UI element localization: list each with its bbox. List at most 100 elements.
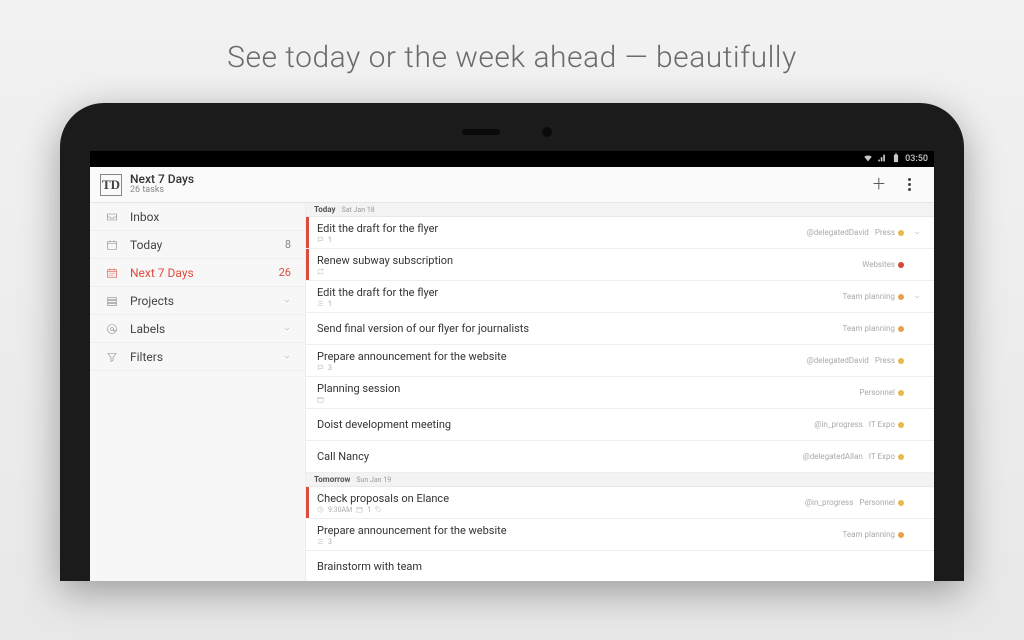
sidebar-item-inbox[interactable]: Inbox [90, 203, 305, 231]
android-statusbar: 03:50 [90, 151, 934, 167]
task-row[interactable]: Prepare announcement for the website3 Tea… [306, 519, 934, 551]
tag-icon [375, 506, 382, 515]
sidebar-label: Inbox [130, 210, 291, 224]
task-row[interactable]: Call Nancy@delegatedAllanIT Expo [306, 441, 934, 473]
sidebar-item-labels[interactable]: Labels [90, 315, 305, 343]
day-name: Today [314, 205, 336, 214]
calendar-week-icon [104, 267, 120, 279]
header-subtitle: 26 tasks [130, 186, 194, 196]
task-title: Renew subway subscription [317, 254, 854, 267]
task-meta: 1 [317, 236, 799, 245]
task-title: Planning session [317, 382, 851, 395]
task-label: @delegatedDavid [807, 228, 869, 237]
overflow-menu-button[interactable] [894, 170, 924, 200]
sidebar-item-today[interactable]: Today 8 [90, 231, 305, 259]
date-icon [356, 506, 363, 515]
task-right: Team planning [843, 519, 934, 550]
day-header: Today Sat Jan 18 [306, 203, 934, 217]
task-row[interactable]: Doist development meeting@in_progressIT … [306, 409, 934, 441]
chevron-down-icon [283, 322, 291, 336]
battery-icon [891, 153, 901, 166]
task-meta [317, 268, 854, 277]
task-row[interactable]: Edit the draft for the flyer1 @delegatedD… [306, 217, 934, 249]
inbox-icon [104, 211, 120, 223]
task-project: Press [875, 356, 904, 365]
sidebar-label: Filters [130, 350, 279, 364]
task-row[interactable]: Brainstorm with team [306, 551, 934, 581]
task-right: @delegatedDavidPress [807, 345, 934, 376]
task-main: Brainstorm with team [309, 551, 910, 581]
project-color-dot [898, 262, 904, 268]
project-color-dot [898, 500, 904, 506]
clock-icon [317, 506, 324, 515]
task-project: Websites [862, 260, 904, 269]
task-meta: 9:30AM1 [317, 506, 797, 515]
task-row[interactable]: Check proposals on Elance9:30AM1@in_prog… [306, 487, 934, 519]
project-name: Team planning [843, 530, 895, 539]
task-main: Prepare announcement for the website3 [309, 345, 807, 376]
task-row[interactable]: Planning session Personnel [306, 377, 934, 409]
task-list[interactable]: Today Sat Jan 18 Edit the draft for the fl… [306, 203, 934, 581]
chevron-down-icon [283, 294, 291, 308]
task-meta: 1 [317, 300, 835, 309]
task-label: @delegatedAllan [803, 452, 863, 461]
project-name: Websites [862, 260, 895, 269]
task-main: Check proposals on Elance9:30AM1 [309, 487, 805, 518]
task-project: Personnel [859, 388, 904, 397]
task-right: @delegatedAllanIT Expo [803, 441, 934, 472]
app-logo[interactable]: TD [100, 174, 122, 196]
add-button[interactable]: + [864, 170, 894, 200]
at-icon [104, 323, 120, 335]
task-meta: 3 [317, 364, 799, 373]
subtask-icon [317, 300, 324, 309]
sidebar-item-next7days[interactable]: Next 7 Days 26 [90, 259, 305, 287]
expand-button[interactable] [910, 293, 924, 301]
project-color-dot [898, 422, 904, 428]
comment-icon [317, 236, 324, 245]
task-title: Prepare announcement for the website [317, 350, 799, 363]
sidebar-count: 8 [285, 238, 291, 251]
project-color-dot [898, 294, 904, 300]
sidebar-label: Projects [130, 294, 279, 308]
task-title: Edit the draft for the flyer [317, 222, 799, 235]
project-name: Personnel [859, 388, 895, 397]
task-meta-text: 3 [328, 538, 332, 546]
task-title: Doist development meeting [317, 418, 806, 431]
task-meta-text: 9:30AM [328, 506, 352, 514]
task-title: Prepare announcement for the website [317, 524, 835, 537]
day-date: Sun Jan 19 [356, 476, 391, 484]
task-project: Team planning [843, 324, 904, 333]
tablet-frame: 03:50 TD Next 7 Days 26 tasks + Inbox [60, 103, 964, 581]
tablet-screen: 03:50 TD Next 7 Days 26 tasks + Inbox [90, 151, 934, 581]
task-title: Brainstorm with team [317, 560, 902, 573]
status-clock: 03:50 [905, 154, 928, 164]
expand-button[interactable] [910, 229, 924, 237]
task-row[interactable]: Prepare announcement for the website3@de… [306, 345, 934, 377]
task-row[interactable]: Renew subway subscription Websites [306, 249, 934, 281]
page-caption: See today or the week ahead — beautifull… [0, 0, 1024, 103]
project-name: Press [875, 228, 895, 237]
day-date: Sat Jan 18 [342, 206, 375, 214]
task-meta-text: 1 [328, 236, 332, 244]
task-main: Edit the draft for the flyer1 [309, 281, 843, 312]
task-main: Send final version of our flyer for jour… [309, 313, 843, 344]
project-name: Press [875, 356, 895, 365]
task-right: Personnel [859, 377, 934, 408]
sidebar-item-projects[interactable]: Projects [90, 287, 305, 315]
task-row[interactable]: Edit the draft for the flyer1Team planni… [306, 281, 934, 313]
signal-icon [877, 153, 887, 166]
task-main: Doist development meeting [309, 409, 814, 440]
app-body: Inbox Today 8 Next 7 Days 26 Projects [90, 203, 934, 581]
task-project: Team planning [843, 292, 904, 301]
sidebar-label: Today [130, 238, 285, 252]
task-row[interactable]: Send final version of our flyer for jour… [306, 313, 934, 345]
subtask-icon [317, 538, 324, 547]
project-name: Team planning [843, 324, 895, 333]
sidebar-item-filters[interactable]: Filters [90, 343, 305, 371]
task-title: Edit the draft for the flyer [317, 286, 835, 299]
project-name: Team planning [843, 292, 895, 301]
task-right: Team planning [843, 281, 934, 312]
task-meta-text: 1 [328, 300, 332, 308]
project-color-dot [898, 358, 904, 364]
project-color-dot [898, 326, 904, 332]
